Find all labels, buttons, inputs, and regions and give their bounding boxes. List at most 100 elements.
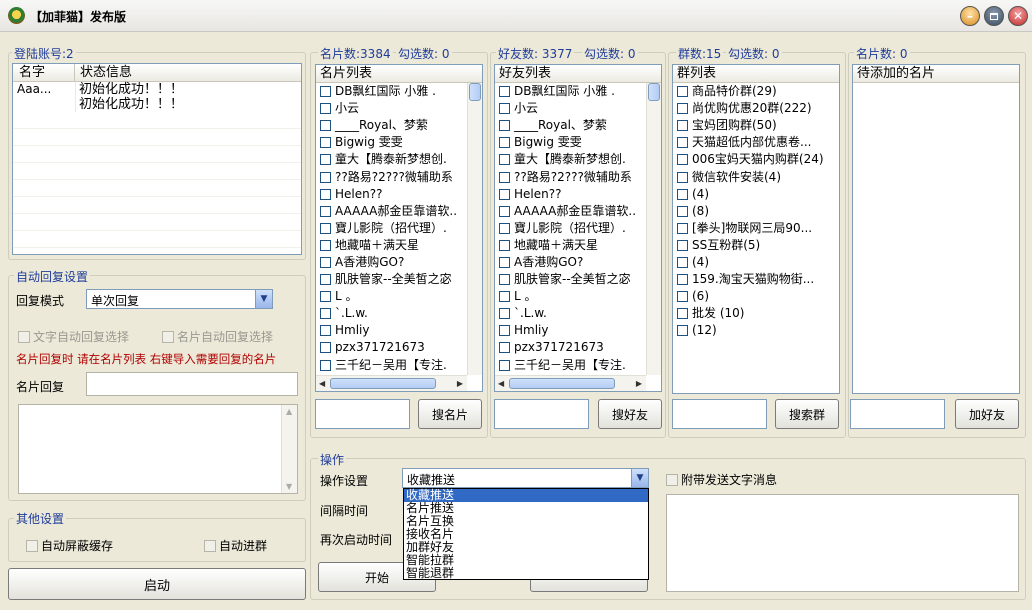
friend-list-item[interactable]: Bigwig 雯雯 (495, 134, 661, 151)
checkbox[interactable] (499, 154, 510, 166)
maximize-button[interactable] (984, 6, 1004, 26)
scroll-thumb[interactable] (469, 83, 481, 101)
friend-list-item[interactable]: L 。 (495, 288, 661, 305)
auto-block-cache-checkbox[interactable]: 自动屏蔽缓存 (26, 537, 113, 554)
checkbox[interactable] (499, 291, 510, 303)
close-button[interactable]: ✕ (1008, 6, 1028, 26)
checkbox[interactable] (677, 120, 688, 132)
checkbox[interactable] (320, 120, 331, 132)
friend-list-item[interactable]: 童大【腾泰新梦想创. (495, 151, 661, 168)
checkbox[interactable] (677, 239, 688, 251)
friend-list-item[interactable]: pzx371721673 (495, 339, 661, 356)
card-list-item[interactable]: L 。 (316, 288, 482, 305)
card-list-item[interactable]: 寶儿影院（招代理）. (316, 220, 482, 237)
horizontal-scrollbar[interactable]: ◀ ▶ (495, 375, 646, 391)
operation-setting-select[interactable]: 收藏推送 ▼ (402, 468, 649, 488)
friend-list-item[interactable]: 肌肤管家--全美皙之宓 (495, 271, 661, 288)
attached-message-textarea[interactable] (666, 494, 1019, 592)
card-list-item[interactable]: Helen?? (316, 186, 482, 203)
checkbox[interactable] (677, 274, 688, 286)
search-friends-button[interactable]: 搜好友 (598, 399, 662, 429)
checkbox[interactable] (499, 256, 510, 268)
horizontal-scrollbar[interactable]: ◀ ▶ (316, 375, 467, 391)
group-list-item[interactable]: (8) (673, 203, 839, 220)
group-list-item[interactable]: (6) (673, 288, 839, 305)
card-list-item[interactable]: DB飘红国际 小雅 . (316, 83, 482, 100)
checkbox[interactable] (499, 205, 510, 217)
checkbox[interactable] (499, 120, 510, 132)
checkbox[interactable] (499, 171, 510, 183)
minimize-button[interactable]: – (960, 6, 980, 26)
checkbox[interactable] (499, 239, 510, 251)
card-reply-input[interactable] (86, 372, 298, 396)
friends-search-input[interactable] (494, 399, 589, 429)
friend-list-item[interactable]: 小云 (495, 100, 661, 117)
checkbox[interactable] (677, 137, 688, 149)
group-list-item[interactable]: [拳头]物联网三局90... (673, 220, 839, 237)
checkbox[interactable] (320, 205, 331, 217)
checkbox[interactable] (320, 86, 331, 98)
friend-list-item[interactable]: A香港购GO? (495, 254, 661, 271)
checkbox[interactable] (499, 325, 510, 337)
search-cards-button[interactable]: 搜名片 (418, 399, 482, 429)
checkbox[interactable] (677, 222, 688, 234)
checkbox[interactable] (320, 256, 331, 268)
group-list-item[interactable]: 微信软件安装(4) (673, 168, 839, 185)
friend-list-item[interactable]: 三千纪－吴用【专注. (495, 357, 661, 374)
scroll-thumb[interactable] (648, 83, 660, 101)
add-friend-button[interactable]: 加好友 (955, 399, 1019, 429)
group-list-item[interactable]: 006宝妈天猫内购群(24) (673, 151, 839, 168)
cards-search-input[interactable] (315, 399, 410, 429)
card-list-item[interactable]: ____Royal、梦萦 (316, 117, 482, 134)
checkbox[interactable] (677, 308, 688, 320)
checkbox[interactable] (499, 103, 510, 115)
friend-list-item[interactable]: ____Royal、梦萦 (495, 117, 661, 134)
operation-dropdown-list[interactable]: 收藏推送 名片推送 名片互换 接收名片 加群好友 智能拉群 智能退群 (403, 488, 649, 580)
reply-mode-select[interactable]: 单次回复 ▼ (86, 289, 273, 309)
chevron-down-icon[interactable]: ▼ (631, 469, 648, 487)
group-list-item[interactable]: SS互粉群(5) (673, 237, 839, 254)
friend-list-item[interactable]: Hmliy (495, 322, 661, 339)
checkbox[interactable] (499, 86, 510, 98)
column-name-header[interactable]: 名字 (13, 64, 75, 81)
card-list-item[interactable]: 童大【腾泰新梦想创. (316, 151, 482, 168)
checkbox[interactable] (677, 205, 688, 217)
group-list-item[interactable]: (4) (673, 186, 839, 203)
checkbox[interactable] (677, 86, 688, 98)
dropdown-option[interactable]: 智能退群 (404, 567, 648, 580)
checkbox[interactable] (320, 137, 331, 149)
checkbox[interactable] (320, 239, 331, 251)
checkbox[interactable] (677, 103, 688, 115)
checkbox[interactable] (499, 188, 510, 200)
group-list-item[interactable]: (4) (673, 254, 839, 271)
checkbox[interactable] (499, 274, 510, 286)
table-row[interactable]: Aaa... 初始化成功！！！ (13, 82, 301, 97)
card-list-item[interactable]: 肌肤管家--全美皙之宓 (316, 271, 482, 288)
card-list-item[interactable]: Hmliy (316, 322, 482, 339)
checkbox[interactable] (677, 256, 688, 268)
checkbox[interactable] (677, 154, 688, 166)
checkbox[interactable] (320, 222, 331, 234)
pending-input[interactable] (850, 399, 945, 429)
checkbox[interactable] (677, 188, 688, 200)
checkbox[interactable] (320, 274, 331, 286)
card-list-item[interactable]: ??路易?2???微辅助系 (316, 168, 482, 185)
login-accounts-table[interactable]: 名字 状态信息 Aaa... 初始化成功！！！ 初始化成功！！！ (12, 63, 302, 255)
chevron-down-icon[interactable]: ▼ (255, 290, 272, 308)
checkbox[interactable] (677, 325, 688, 337)
friend-list-item[interactable]: ??路易?2???微辅助系 (495, 168, 661, 185)
card-list-item[interactable]: 小云 (316, 100, 482, 117)
scroll-thumb[interactable] (330, 378, 436, 389)
friends-list[interactable]: 好友列表 DB飘红国际 小雅 . 小云 ____Royal、梦萦 Bigwig 雯雯童… (494, 64, 662, 392)
search-groups-button[interactable]: 搜索群 (775, 399, 839, 429)
checkbox[interactable] (677, 291, 688, 303)
auto-join-group-checkbox[interactable]: 自动进群 (204, 537, 267, 554)
checkbox[interactable] (320, 308, 331, 320)
checkbox[interactable] (320, 342, 331, 354)
pending-cards-list[interactable]: 待添加的名片 (852, 64, 1020, 394)
checkbox[interactable] (320, 325, 331, 337)
cards-list[interactable]: 名片列表 DB飘红国际 小雅 . 小云 ____Royal、梦萦 Bigwig 雯雯童… (315, 64, 483, 392)
text-auto-reply-checkbox[interactable]: 文字自动回复选择 (18, 328, 129, 345)
groups-search-input[interactable] (672, 399, 767, 429)
card-list-item[interactable]: A香港购GO? (316, 254, 482, 271)
